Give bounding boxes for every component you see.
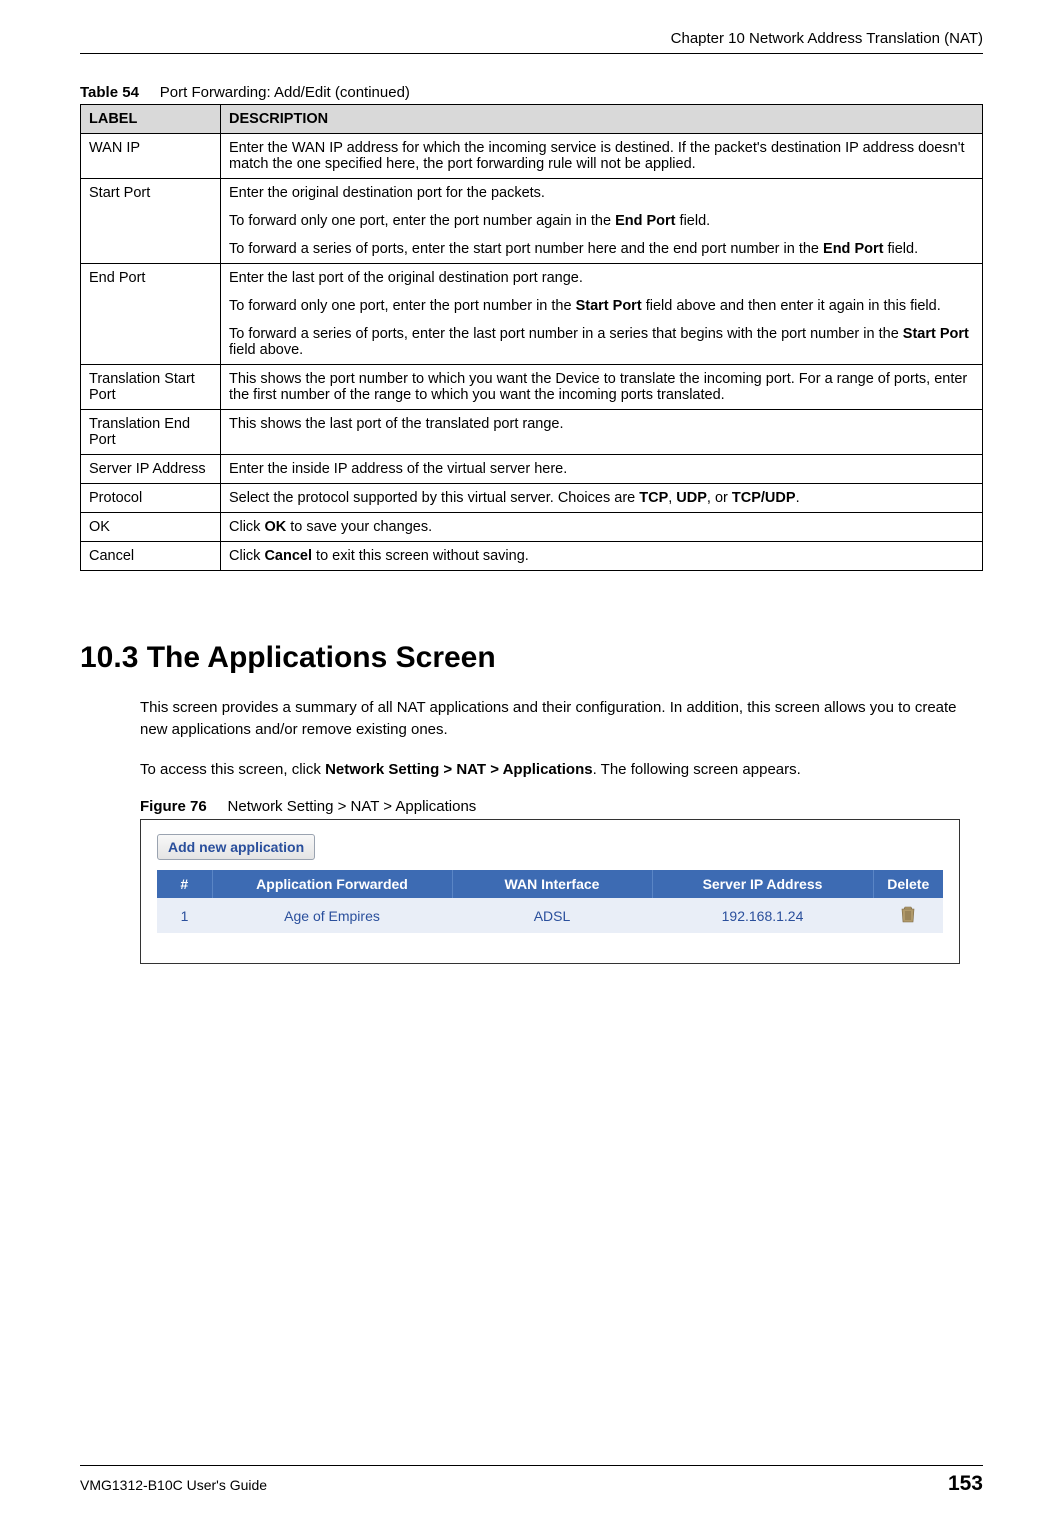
bold-span: OK [264,519,286,535]
table-row: Translation End Port This shows the last… [81,410,983,455]
desc-para: To forward a series of ports, enter the … [229,241,974,257]
desc-para: To forward only one port, enter the port… [229,298,974,314]
text-span: . [796,490,800,506]
app-table-row: 1 Age of Empires ADSL 192.168.1.24 [157,898,943,933]
chapter-header: Chapter 10 Network Address Translation (… [80,30,983,47]
row-label: OK [81,513,221,542]
th-server-ip: Server IP Address [652,870,873,898]
text-span: field above and then enter it again in t… [642,298,941,314]
header-rule [80,53,983,54]
text-span: Click [229,548,264,564]
row-label: WAN IP [81,134,221,179]
th-wan-interface: WAN Interface [452,870,652,898]
cell-app: Age of Empires [212,898,452,933]
trash-icon[interactable] [900,905,916,926]
text-span: to exit this screen without saving. [312,548,529,564]
text-span: Click [229,519,264,535]
desc-para: To forward only one port, enter the port… [229,213,974,229]
table-row: End Port Enter the last port of the orig… [81,264,983,365]
table-row: WAN IP Enter the WAN IP address for whic… [81,134,983,179]
footer-guide: VMG1312-B10C User's Guide [80,1477,267,1493]
table-row: Start Port Enter the original destinatio… [81,179,983,264]
table-row: Translation Start Port This shows the po… [81,365,983,410]
page-number: 153 [948,1472,983,1496]
desc-para: Enter the last port of the original dest… [229,270,974,286]
table-row: Server IP Address Enter the inside IP ad… [81,455,983,484]
table-row: Protocol Select the protocol supported b… [81,484,983,513]
table54-caption-text: Port Forwarding: Add/Edit (continued) [160,84,410,101]
th-description: DESCRIPTION [221,105,983,134]
cell-wan: ADSL [452,898,652,933]
text-span: , or [707,490,732,506]
text-span: To forward only one port, enter the port… [229,213,615,229]
section-heading: 10.3 The Applications Screen [80,641,983,675]
row-label: Cancel [81,542,221,571]
bold-span: Cancel [264,548,312,564]
row-desc: Click Cancel to exit this screen without… [221,542,983,571]
text-span: field. [676,213,711,229]
section-body: This screen provides a summary of all NA… [140,697,983,964]
bold-span: End Port [823,241,883,257]
figure76-caption: Figure 76 Network Setting > NAT > Applic… [140,798,983,815]
bold-span: TCP [639,490,668,506]
text-span: . The following screen appears. [593,761,801,778]
row-label: Start Port [81,179,221,264]
bold-span: End Port [615,213,675,229]
add-new-application-button[interactable]: Add new application [157,834,315,860]
text-span: field above. [229,342,303,358]
table-row: Cancel Click Cancel to exit this screen … [81,542,983,571]
figure76-caption-sep [211,798,224,815]
th-label: LABEL [81,105,221,134]
text-span: To forward only one port, enter the port… [229,298,576,314]
bold-span: Network Setting > NAT > Applications [325,761,593,778]
table54-caption: Table 54 Port Forwarding: Add/Edit (cont… [80,84,983,101]
bold-span: Start Port [903,326,969,342]
row-desc: Click OK to save your changes. [221,513,983,542]
figure76-screenshot: Add new application # Application Forwar… [140,819,960,964]
row-desc: This shows the port number to which you … [221,365,983,410]
th-delete: Delete [873,870,943,898]
cell-num: 1 [157,898,212,933]
bold-span: Start Port [576,298,642,314]
th-app-forwarded: Application Forwarded [212,870,452,898]
cell-ip: 192.168.1.24 [652,898,873,933]
row-desc: Enter the WAN IP address for which the i… [221,134,983,179]
row-desc: This shows the last port of the translat… [221,410,983,455]
cell-delete [873,898,943,933]
text-span: to save your changes. [286,519,432,535]
applications-table: # Application Forwarded WAN Interface Se… [157,870,943,933]
row-label: Server IP Address [81,455,221,484]
text-span: To access this screen, click [140,761,325,778]
text-span: field. [883,241,918,257]
table54-caption-sep [143,84,156,101]
row-desc: Enter the inside IP address of the virtu… [221,455,983,484]
section-para: To access this screen, click Network Set… [140,759,983,781]
table54-caption-prefix: Table 54 [80,84,139,101]
row-label: Translation End Port [81,410,221,455]
table54: LABEL DESCRIPTION WAN IP Enter the WAN I… [80,104,983,571]
figure76-caption-prefix: Figure 76 [140,798,207,815]
row-label: Protocol [81,484,221,513]
footer-rule [80,1465,983,1466]
row-label: Translation Start Port [81,365,221,410]
row-desc: Select the protocol supported by this vi… [221,484,983,513]
section-para: This screen provides a summary of all NA… [140,697,983,741]
footer: VMG1312-B10C User's Guide 153 [80,1465,983,1496]
desc-para: To forward a series of ports, enter the … [229,326,974,358]
text-span: To forward a series of ports, enter the … [229,326,903,342]
bold-span: UDP [676,490,707,506]
text-span: To forward a series of ports, enter the … [229,241,823,257]
row-desc: Enter the original destination port for … [221,179,983,264]
text-span: Select the protocol supported by this vi… [229,490,639,506]
table-row: OK Click OK to save your changes. [81,513,983,542]
row-desc: Enter the last port of the original dest… [221,264,983,365]
bold-span: TCP/UDP [732,490,796,506]
desc-para: Enter the original destination port for … [229,185,974,201]
th-num: # [157,870,212,898]
row-label: End Port [81,264,221,365]
figure76-caption-text: Network Setting > NAT > Applications [228,798,477,815]
